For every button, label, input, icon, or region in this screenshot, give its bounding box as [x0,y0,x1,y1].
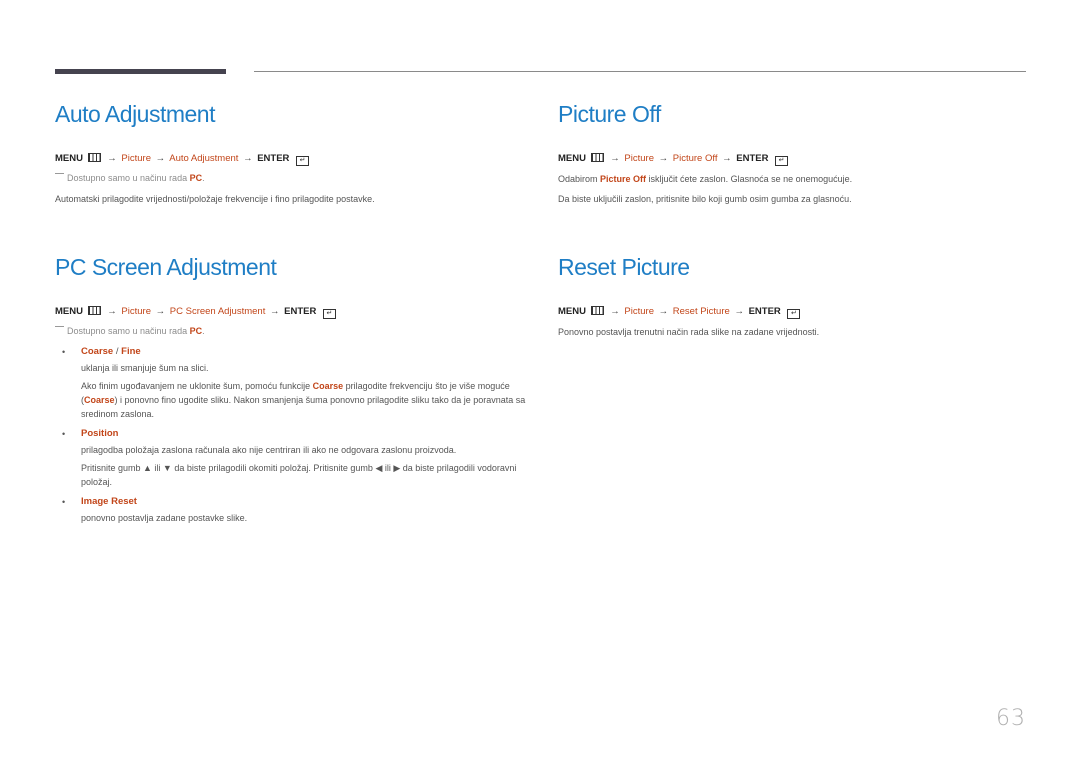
availability-note: Dostupno samo u načinu rada PC. [55,325,535,338]
menu-label: MENU [55,153,83,164]
enter-return-icon: ↵ [775,156,789,166]
menu-path-item: Reset Picture [672,306,730,317]
note-text: Dostupno samo u načinu rada [67,326,190,336]
desc-highlight: Picture Off [600,174,647,184]
menu-label: MENU [558,153,586,164]
note-dash-icon [55,326,64,327]
item-description: uklanja ili smanjuje šum na slici. [81,363,209,373]
arrow-icon: → [610,306,620,317]
item-title-coarse: Coarse [81,346,114,357]
desc-suffix: isključit ćete zaslon. Glasnoća se ne on… [646,174,853,184]
section-title: PC Screen Adjustment [55,254,277,280]
item-description: ponovno postavlja zadane postavke slike. [81,513,248,523]
item-detail: Pritisnite gumb ▲ ili ▼ da biste prilago… [81,463,517,487]
menu-path-item: Picture Off [672,153,718,164]
menu-path: MENU → Picture → Reset Picture → ENTER ↵ [558,305,1038,319]
desc-prefix: Odabirom [558,174,601,184]
bullet-icon: • [62,429,66,439]
section-description: Odabirom Picture Off isključit ćete zasl… [558,172,1038,186]
menu-grid-icon [590,306,604,315]
menu-path-item: Auto Adjustment [169,153,239,164]
section-pc-screen-adjustment: PC Screen Adjustment MENU → Picture → PC… [55,251,535,529]
menu-path-picture: Picture [121,306,151,317]
item-title-separator: / [113,346,122,357]
arrow-icon: → [658,306,669,317]
enter-label: ENTER [748,306,781,317]
arrow-icon: → [107,306,117,317]
list-item-image-reset: • Image Reset ponovno postavlja zadane p… [55,495,535,525]
note-dash-icon [55,173,64,174]
arrow-icon: → [269,306,280,317]
list-item-coarse-fine: • Coarse / Fine uklanja ili smanjuje šum… [55,345,535,421]
detail-text: Ako finim ugođavanjem ne uklonite šum, p… [81,381,313,391]
menu-label: MENU [558,306,586,317]
section-description: Ponovno postavlja trenutni način rada sl… [558,327,820,337]
section-auto-adjustment: Auto Adjustment MENU → Picture → Auto Ad… [55,98,535,212]
note-highlight: PC [189,173,203,183]
arrow-icon: → [155,306,166,317]
header-divider-line [254,71,1026,72]
note-suffix: . [202,173,205,183]
arrow-icon: → [658,153,669,164]
section-title: Reset Picture [558,254,690,280]
section-reset-picture: Reset Picture MENU → Picture → Reset Pic… [558,251,1038,345]
page-number: 63 [996,706,1026,731]
menu-path-picture: Picture [624,306,654,317]
menu-path-picture: Picture [121,153,151,164]
section-description: Automatski prilagodite vrijednosti/polož… [55,194,375,204]
menu-path: MENU → Picture → Picture Off → ENTER ↵ [558,152,1038,166]
enter-label: ENTER [284,306,317,317]
menu-path: MENU → Picture → PC Screen Adjustment → … [55,305,535,319]
menu-path-picture: Picture [624,153,654,164]
arrow-icon: → [610,153,620,164]
arrow-icon: → [107,153,117,164]
item-title: Coarse / Fine [81,345,535,359]
item-detail: Ako finim ugođavanjem ne uklonite šum, p… [81,379,535,421]
list-item-position: • Position prilagodba položaja zaslona r… [55,427,535,489]
enter-label: ENTER [257,153,290,164]
header-accent-bar [55,69,226,74]
menu-label: MENU [55,306,83,317]
enter-return-icon: ↵ [787,309,801,319]
detail-highlight: Coarse [84,395,115,405]
menu-grid-icon [590,153,604,162]
section-title: Picture Off [558,101,661,127]
section-title: Auto Adjustment [55,101,216,127]
arrow-icon: → [155,153,166,164]
bullet-icon: • [62,347,66,357]
item-title: Image Reset [81,496,137,507]
enter-return-icon: ↵ [322,309,336,319]
note-highlight: PC [189,326,203,336]
menu-path: MENU → Picture → Auto Adjustment → ENTER… [55,152,535,166]
section-description-2: Da biste uključili zaslon, pritisnite bi… [558,194,852,204]
menu-grid-icon [87,306,101,315]
menu-grid-icon [87,153,101,162]
bullet-icon: • [62,497,66,507]
arrow-icon: → [243,153,253,164]
section-picture-off: Picture Off MENU → Picture → Picture Off… [558,98,1038,212]
note-suffix: . [202,326,205,336]
arrow-icon: → [722,153,732,164]
note-text: Dostupno samo u načinu rada [67,173,190,183]
item-description: prilagodba položaja zaslona računala ako… [81,445,457,455]
menu-path-item: PC Screen Adjustment [169,306,266,317]
item-title: Position [81,428,119,439]
detail-text: ) i ponovno fino ugodite sliku. Nakon sm… [81,395,526,419]
detail-highlight: Coarse [312,381,344,391]
arrow-icon: → [734,306,744,317]
enter-return-icon: ↵ [296,156,310,166]
item-title-fine: Fine [121,346,141,357]
availability-note: Dostupno samo u načinu rada PC. [55,172,535,185]
enter-label: ENTER [736,153,769,164]
